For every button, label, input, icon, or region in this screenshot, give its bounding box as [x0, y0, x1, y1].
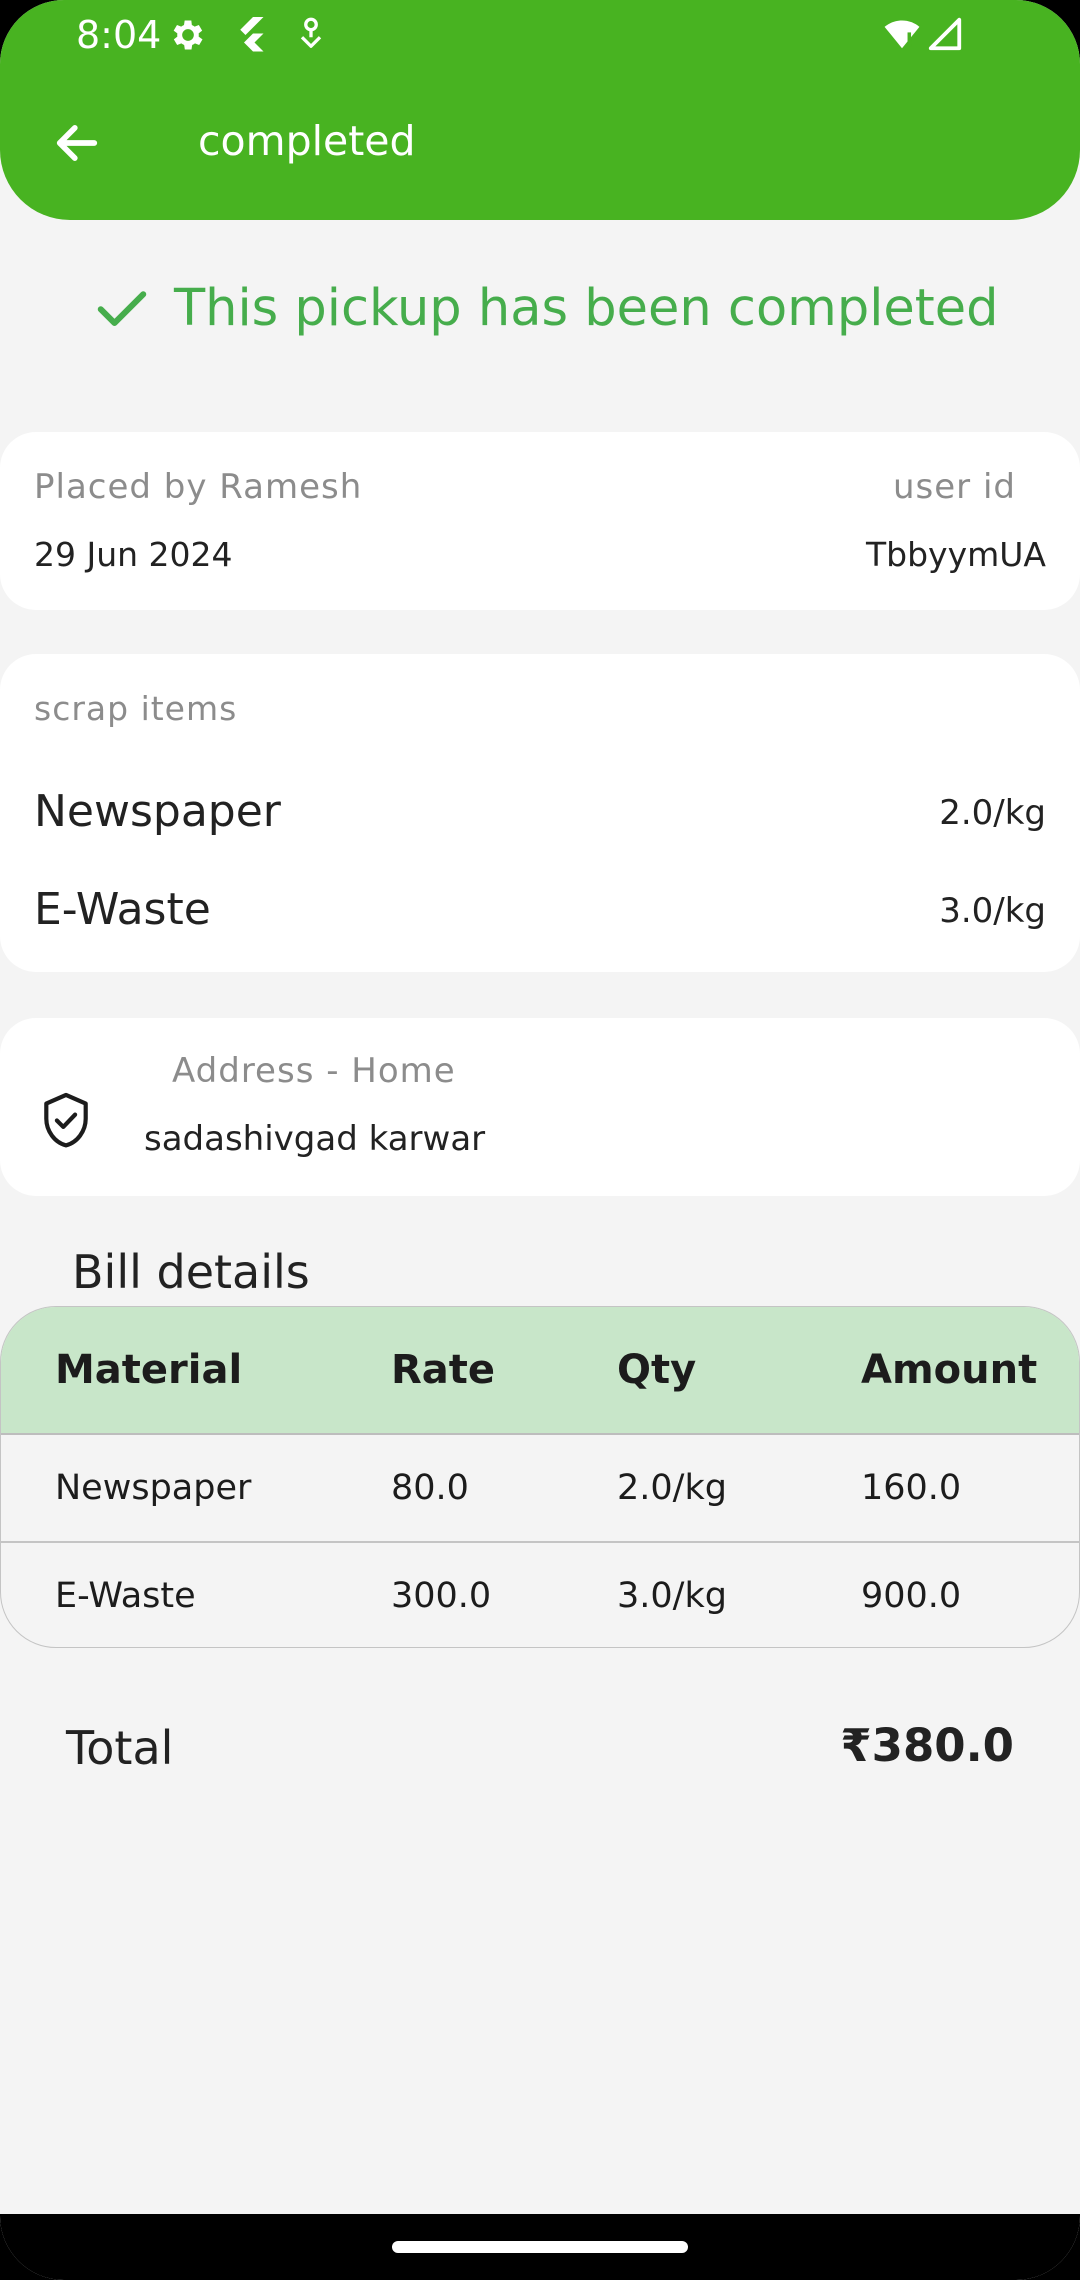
completed-banner: This pickup has been completed — [92, 268, 999, 348]
page-title: completed — [198, 117, 416, 165]
header-material: Material — [55, 1347, 243, 1393]
header-amount: Amount — [861, 1347, 1038, 1393]
row-material: E-Waste — [55, 1576, 196, 1616]
scrap-item-name: Newspaper — [34, 786, 281, 837]
placed-by-label: Placed by Ramesh — [34, 467, 363, 507]
row-rate: 80.0 — [391, 1468, 469, 1508]
scrap-items-card: scrap items Newspaper 2.0/kg E-Waste 3.0… — [0, 654, 1080, 972]
row-rate: 300.0 — [391, 1576, 492, 1616]
app-bar: 8:04 completed — [0, 0, 1080, 220]
screen: 8:04 completed This pickup has been comp… — [0, 0, 1080, 2280]
row-amount: 160.0 — [861, 1468, 962, 1508]
table-row: Newspaper 80.0 2.0/kg 160.0 — [1, 1435, 1079, 1543]
back-button[interactable] — [40, 106, 114, 180]
flutter-icon — [240, 17, 264, 52]
status-time: 8:04 — [76, 13, 162, 57]
scrap-item-qty: 3.0/kg — [939, 891, 1046, 931]
debug-icon — [300, 17, 322, 48]
table-row: E-Waste 300.0 3.0/kg 900.0 — [1, 1543, 1079, 1647]
row-material: Newspaper — [55, 1468, 252, 1508]
address-label: Address - Home — [172, 1051, 456, 1091]
header-rate: Rate — [391, 1347, 496, 1393]
wifi-icon — [884, 20, 920, 49]
shield-check-icon — [44, 1092, 88, 1148]
signal-icon — [928, 17, 962, 51]
scrap-items-heading: scrap items — [34, 689, 238, 728]
user-id-value: TbbyymUA — [866, 535, 1046, 574]
user-id-label: user id — [893, 467, 1016, 507]
settings-icon — [173, 20, 203, 50]
arrow-back-icon — [56, 125, 98, 161]
bill-table: Material Rate Qty Amount Newspaper 80.0 … — [0, 1306, 1080, 1648]
header-qty: Qty — [617, 1347, 697, 1393]
total-label: Total — [66, 1721, 174, 1775]
check-icon — [97, 291, 147, 326]
row-qty: 3.0/kg — [617, 1576, 727, 1616]
address-line: sadashivgad karwar — [144, 1119, 486, 1159]
address-card[interactable]: Address - Home sadashivgad karwar — [0, 1018, 1080, 1196]
order-date: 29 Jun 2024 — [34, 535, 233, 574]
order-info-card: Placed by Ramesh 29 Jun 2024 user id Tbb… — [0, 432, 1080, 610]
bill-table-header: Material Rate Qty Amount — [1, 1307, 1079, 1435]
bill-details-title: Bill details — [72, 1245, 310, 1299]
completed-message: This pickup has been completed — [174, 278, 999, 338]
home-gesture-handle[interactable] — [392, 2241, 688, 2253]
scrap-item-qty: 2.0/kg — [939, 793, 1046, 833]
scrap-item-name: E-Waste — [34, 884, 211, 935]
row-amount: 900.0 — [861, 1576, 962, 1616]
row-qty: 2.0/kg — [617, 1468, 727, 1508]
total-value: ₹380.0 — [840, 1719, 1014, 1772]
